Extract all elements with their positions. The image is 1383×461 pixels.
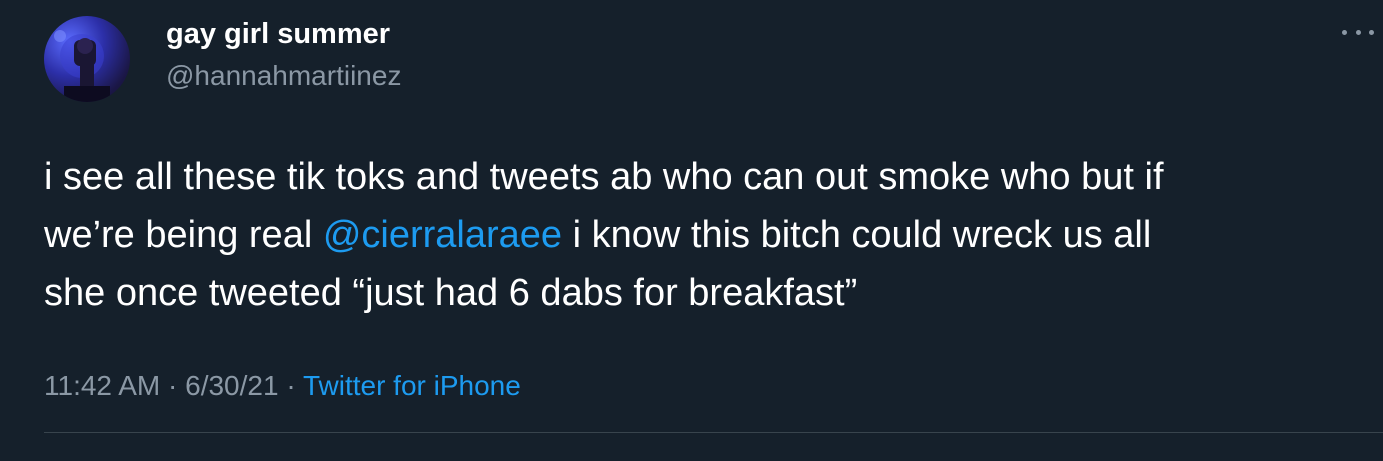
avatar-image [54, 30, 110, 102]
tweet-text-line-1: i see all these tik toks and tweets ab w… [44, 156, 1164, 198]
more-dot [1355, 29, 1361, 35]
tweet-text-line-2: we’re being real @cierralaraee i know th… [44, 206, 1364, 264]
tweet-card: gay girl summer @hannahmartiinez i see a… [0, 0, 1383, 461]
tweet-text-segment: i know this bitch could wreck us all [562, 214, 1152, 256]
meta-separator: · [160, 370, 186, 401]
display-name[interactable]: gay girl summer [166, 18, 390, 51]
tweet-time[interactable]: 11:42 AM [44, 370, 160, 401]
tweet-text-line-3: she once tweeted “just had 6 dabs for br… [44, 272, 858, 314]
tweet-text: i see all these tik toks and tweets ab w… [44, 148, 1364, 322]
tweet-text-segment: we’re being real [44, 214, 323, 256]
divider [44, 432, 1383, 433]
avatar[interactable] [44, 16, 130, 102]
more-dot [1342, 29, 1347, 35]
mention-link[interactable]: @cierralaraee [323, 214, 562, 256]
user-handle[interactable]: @hannahmartiinez [166, 60, 401, 92]
tweet-date[interactable]: 6/30/21 [185, 370, 278, 401]
more-dot [1369, 29, 1374, 35]
tweet-meta: 11:42 AM · 6/30/21 · Twitter for iPhone [44, 370, 521, 402]
more-options-icon[interactable] [1342, 22, 1374, 42]
tweet-source-link[interactable]: Twitter for iPhone [303, 370, 521, 401]
meta-separator: · [278, 370, 303, 401]
